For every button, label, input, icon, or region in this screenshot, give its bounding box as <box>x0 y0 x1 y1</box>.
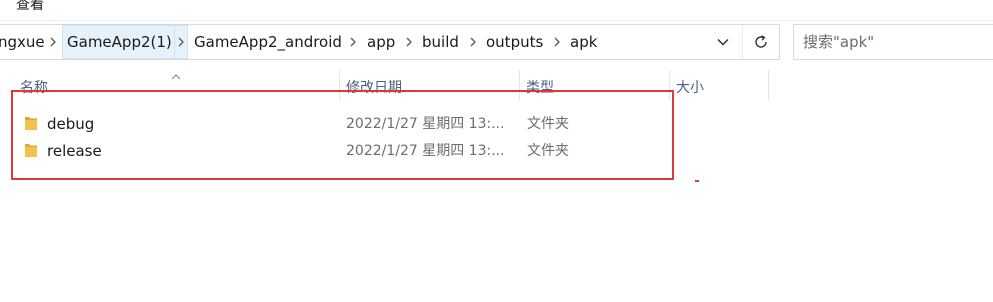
menu-view[interactable]: 查看 <box>16 0 44 14</box>
search-input[interactable] <box>794 25 984 59</box>
chevron-right-icon[interactable] <box>46 25 60 59</box>
annotation-highlight-box <box>11 90 674 180</box>
chevron-right-icon[interactable] <box>346 25 360 59</box>
breadcrumb-item[interactable]: ngxue <box>0 25 49 59</box>
address-bar[interactable]: ngxue GameApp2(1) GameApp2_android app b… <box>0 24 780 60</box>
chevron-right-icon[interactable] <box>466 25 480 59</box>
breadcrumb-item[interactable]: app <box>363 25 399 59</box>
chevron-right-icon[interactable] <box>550 25 564 59</box>
breadcrumb-item[interactable]: outputs <box>482 25 547 59</box>
chevron-down-icon[interactable] <box>708 25 738 59</box>
chevron-right-icon[interactable] <box>174 25 188 59</box>
breadcrumb-item[interactable]: GameApp2(1) <box>62 25 177 59</box>
breadcrumb-item[interactable]: build <box>418 25 463 59</box>
column-divider[interactable] <box>768 70 769 100</box>
menu-strip: 查看 <box>0 0 993 21</box>
refresh-icon[interactable] <box>742 25 778 59</box>
annotation-mark <box>695 180 699 182</box>
search-box[interactable] <box>793 24 993 60</box>
breadcrumb-item[interactable]: GameApp2_android <box>190 25 346 59</box>
breadcrumb-item-current[interactable]: apk <box>566 25 601 59</box>
sort-ascending-icon <box>170 66 182 80</box>
chevron-right-icon[interactable] <box>402 25 416 59</box>
